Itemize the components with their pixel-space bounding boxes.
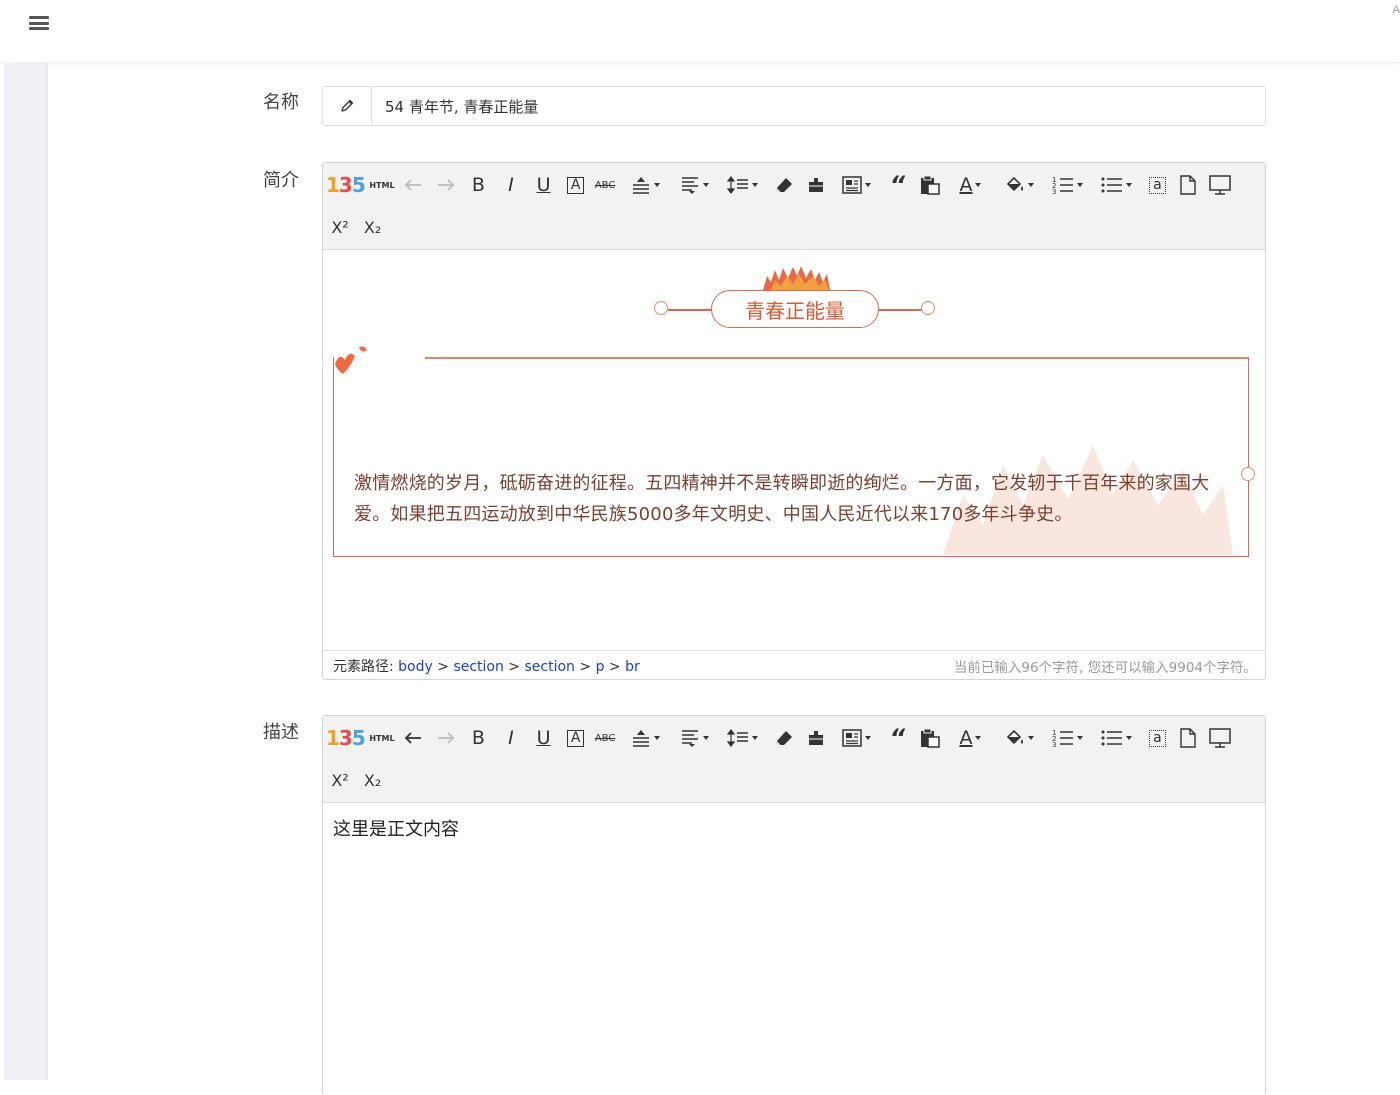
preview-icon[interactable]	[1206, 724, 1234, 752]
frame-corner-dot	[1241, 467, 1255, 481]
blockquote-icon[interactable]: “	[883, 724, 911, 752]
desc-body-text: 这里是正文内容	[333, 819, 459, 840]
background-color-icon[interactable]	[997, 724, 1041, 752]
font-color-icon[interactable]: A	[948, 171, 992, 199]
editor-toolbar: 135 HTML B I U A ABC “ A 123 a X² X₂	[323, 716, 1265, 803]
desc-label: 描述	[263, 722, 299, 743]
path-sep: >	[574, 659, 596, 675]
logo-135-icon[interactable]: 135	[326, 171, 366, 199]
path-br[interactable]: br	[625, 659, 640, 675]
undo-icon[interactable]	[399, 724, 427, 752]
paste-plain-icon[interactable]	[916, 171, 944, 199]
line-height-icon[interactable]	[721, 724, 765, 752]
intro-paragraph: 激情燃烧的岁月，砥砺奋进的征程。五四精神并不是转瞬即逝的绚烂。一方面，它发轫于千…	[354, 473, 1210, 525]
bold-icon[interactable]: B	[464, 171, 492, 199]
text-align-icon[interactable]	[672, 724, 716, 752]
editor-toolbar: 135 HTML B I U A ABC “ A 123 a X² X₂	[323, 163, 1265, 250]
clear-doc-icon[interactable]	[1174, 724, 1202, 752]
html-source-button[interactable]: HTML	[369, 724, 394, 752]
top-navbar: A	[0, 0, 1400, 63]
intro-label: 简介	[263, 170, 299, 191]
subscript-icon[interactable]: X₂	[359, 213, 387, 241]
format-brush-icon[interactable]	[802, 724, 830, 752]
pill-right-dot	[921, 301, 935, 315]
editor-statusbar: 元素路径: body > section > section > p > br …	[323, 650, 1265, 679]
format-brush-icon[interactable]	[802, 171, 830, 199]
strikethrough-icon[interactable]: ABC	[591, 171, 619, 199]
desc-editor-content[interactable]: 这里是正文内容	[323, 803, 1265, 1095]
blockquote-icon[interactable]: “	[883, 171, 911, 199]
underline-icon[interactable]: U	[530, 724, 558, 752]
select-all-icon[interactable]: a	[1148, 729, 1166, 747]
bold-icon[interactable]: B	[464, 724, 492, 752]
font-border-icon[interactable]: A	[567, 729, 585, 747]
menu-toggle-icon[interactable]	[29, 14, 49, 32]
clear-doc-icon[interactable]	[1174, 171, 1202, 199]
pencil-icon	[323, 87, 372, 125]
intro-editor-content[interactable]: 青春正能量 激情燃烧的岁月，砥砺奋进的征程。五四精神并不是转瞬即逝的绚烂。一方面…	[323, 250, 1265, 650]
paste-plain-icon[interactable]	[916, 724, 944, 752]
name-input[interactable]	[372, 87, 1265, 125]
pill-left-line	[668, 309, 711, 311]
sidebar-gutter	[4, 62, 48, 1080]
redo-icon[interactable]	[432, 171, 460, 199]
unordered-list-icon[interactable]	[1094, 724, 1138, 752]
underline-icon[interactable]: U	[530, 171, 558, 199]
preview-icon[interactable]	[1206, 171, 1234, 199]
pill-right-line	[879, 309, 922, 311]
strikethrough-icon[interactable]: ABC	[591, 724, 619, 752]
undo-icon[interactable]	[399, 171, 427, 199]
path-section-1[interactable]: section	[453, 659, 503, 675]
char-count: 当前已输入96个字符, 您还可以输入9904个字符。	[953, 660, 1257, 676]
svg-text:3: 3	[1052, 741, 1056, 748]
intro-editor: 135 HTML B I U A ABC “ A 123 a X² X₂ 青春正…	[322, 162, 1266, 680]
section-heading: 青春正能量	[711, 290, 879, 328]
svg-text:3: 3	[1052, 188, 1056, 195]
subscript-icon[interactable]: X₂	[359, 766, 387, 794]
element-path-label: 元素路径:	[333, 659, 399, 675]
superscript-icon[interactable]: X²	[326, 766, 354, 794]
html-source-button[interactable]: HTML	[369, 171, 394, 199]
template-icon[interactable]	[835, 724, 879, 752]
superscript-icon[interactable]: X²	[326, 213, 354, 241]
redo-icon[interactable]	[432, 724, 460, 752]
name-label: 名称	[263, 92, 299, 113]
topbar-corner-text: A	[1392, 4, 1400, 16]
unordered-list-icon[interactable]	[1094, 171, 1138, 199]
background-color-icon[interactable]	[997, 171, 1041, 199]
ordered-list-icon[interactable]: 123	[1046, 171, 1090, 199]
eraser-icon[interactable]	[770, 171, 798, 199]
crowd-illustration	[763, 266, 830, 290]
eraser-icon[interactable]	[770, 724, 798, 752]
paragraph-spacing-icon[interactable]	[624, 171, 668, 199]
name-field-group	[322, 86, 1266, 126]
desc-editor: 135 HTML B I U A ABC “ A 123 a X² X₂ 这里是…	[322, 715, 1266, 1095]
text-align-icon[interactable]	[672, 171, 716, 199]
line-height-icon[interactable]	[721, 171, 765, 199]
paragraph-spacing-icon[interactable]	[624, 724, 668, 752]
italic-icon[interactable]: I	[497, 171, 525, 199]
path-sep: >	[503, 659, 525, 675]
element-path: 元素路径: body > section > section > p > br	[333, 656, 640, 676]
font-color-icon[interactable]: A	[948, 724, 992, 752]
path-section-2[interactable]: section	[525, 659, 575, 675]
path-sep: >	[604, 659, 626, 675]
path-body[interactable]: body	[398, 659, 433, 675]
italic-icon[interactable]: I	[497, 724, 525, 752]
logo-135-icon[interactable]: 135	[326, 724, 366, 752]
path-sep: >	[432, 659, 454, 675]
ordered-list-icon[interactable]: 123	[1046, 724, 1090, 752]
template-icon[interactable]	[835, 171, 879, 199]
pill-left-dot	[654, 301, 668, 315]
select-all-icon[interactable]: a	[1148, 176, 1166, 194]
font-border-icon[interactable]: A	[567, 176, 585, 194]
